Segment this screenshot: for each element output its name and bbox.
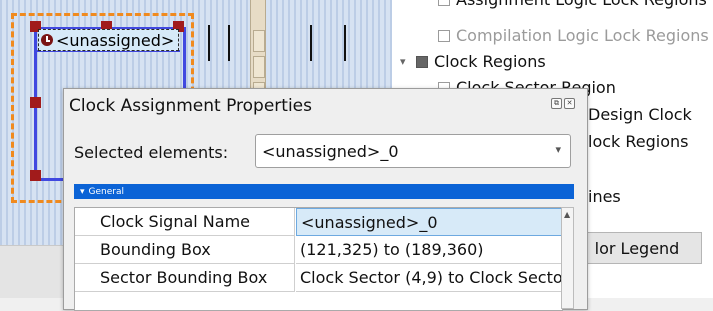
table-row[interactable]: Bounding Box (121,325) to (189,360) (75, 236, 562, 264)
clock-assignment-properties-dialog: Clock Assignment Properties ⧉ ✕ Selected… (63, 88, 588, 311)
tree-item-lines[interactable]: ines (588, 187, 621, 206)
tree-item-label: ines (588, 187, 621, 206)
properties-table: Clock Signal Name <unassigned>_0 Boundin… (74, 207, 563, 311)
property-value[interactable]: (121,325) to (189,360) (296, 236, 562, 264)
float-icon[interactable]: ⧉ (551, 98, 562, 109)
selected-elements-value: <unassigned>_0 (262, 141, 399, 161)
tree-item-assignment-logic-lock[interactable]: Assignment Logic Lock Regions (438, 0, 707, 9)
chevron-down-icon: ▾ (80, 186, 85, 197)
tree-item-label: Compilation Logic Lock Regions (456, 26, 709, 45)
properties-scrollbar[interactable]: ▲ (561, 207, 574, 309)
general-section-header[interactable]: ▾ General (74, 184, 574, 199)
tree-item-compilation-logic-lock[interactable]: Compilation Logic Lock Regions (438, 26, 709, 45)
close-icon[interactable]: ✕ (564, 98, 575, 109)
tree-item-label: Clock Regions (434, 52, 546, 71)
tree-item-label: lock Regions (588, 132, 689, 151)
clock-signal-label[interactable]: <unassigned> (38, 29, 180, 51)
selected-elements-label: Selected elements: (74, 143, 229, 162)
tree-item-label: Design Clock (588, 105, 692, 124)
section-label: General (88, 186, 124, 197)
property-name: Bounding Box (75, 236, 295, 264)
selected-elements-dropdown[interactable]: <unassigned>_0 ▾ (255, 134, 571, 168)
tree-item-clock-regions-sub[interactable]: lock Regions (588, 132, 689, 151)
table-row[interactable]: Clock Signal Name <unassigned>_0 (75, 208, 562, 236)
checkbox[interactable] (438, 0, 450, 6)
property-value[interactable]: Clock Sector (4,9) to Clock Sector (5,10… (296, 264, 562, 292)
property-value[interactable]: <unassigned>_0 (296, 208, 562, 236)
color-legend-button[interactable]: lor Legend (572, 232, 702, 264)
chevron-down-icon[interactable]: ▾ (555, 143, 561, 156)
checkbox[interactable] (438, 29, 450, 42)
clock-line (310, 25, 312, 61)
chevron-up-icon[interactable]: ▲ (564, 210, 570, 219)
clock-signal-text: <unassigned> (56, 30, 175, 50)
table-row[interactable]: Sector Bounding Box Clock Sector (4,9) t… (75, 264, 562, 292)
tree-item-label: Assignment Logic Lock Regions (456, 0, 707, 9)
property-name: Sector Bounding Box (75, 264, 295, 292)
checkbox[interactable] (416, 55, 428, 68)
tree-item-design-clock[interactable]: Design Clock (588, 105, 692, 124)
chevron-down-icon[interactable]: ▾ (400, 55, 410, 68)
clock-line (228, 25, 230, 61)
clock-line (344, 25, 346, 61)
clock-line (208, 25, 210, 61)
dialog-title: Clock Assignment Properties (69, 96, 312, 116)
tree-item-clock-regions[interactable]: ▾ Clock Regions (400, 52, 546, 71)
clock-icon (41, 34, 53, 46)
property-name: Clock Signal Name (75, 208, 295, 236)
